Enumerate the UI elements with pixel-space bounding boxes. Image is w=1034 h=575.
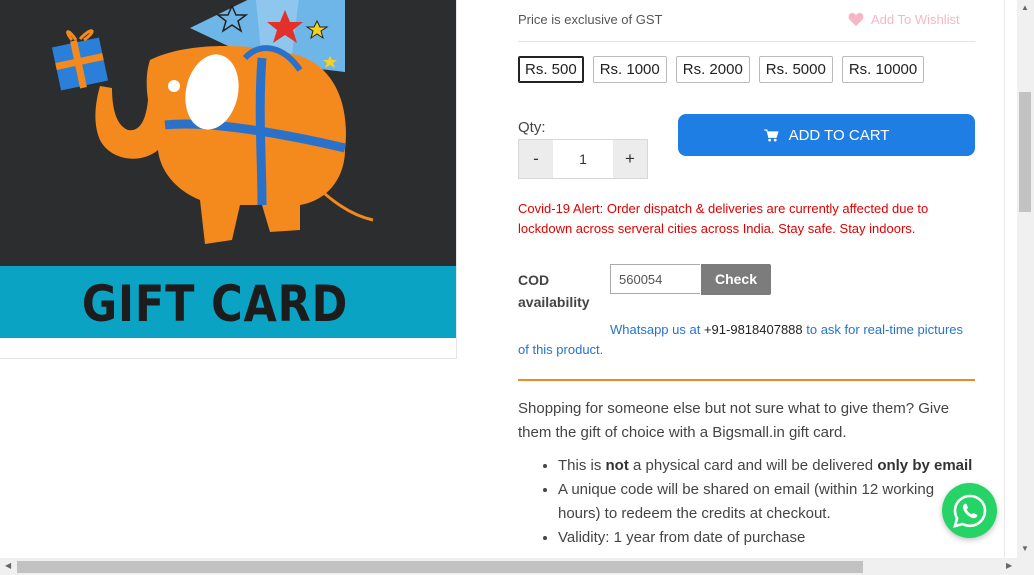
whatsapp-contact-text: Whatsapp us at +91-9818407888 to ask for… [518, 320, 973, 360]
add-to-cart-label: ADD TO CART [788, 126, 890, 144]
image-bottom-spacer [0, 338, 456, 358]
scroll-up-arrow-icon[interactable]: ▲ [1021, 3, 1029, 12]
denomination-option-10000[interactable]: Rs. 10000 [841, 56, 925, 83]
cart-icon [763, 128, 779, 142]
add-to-wishlist-link[interactable]: Add To Wishlist [848, 12, 960, 27]
gift-card-title: GIFT CARD [81, 275, 349, 333]
wishlist-label: Add To Wishlist [871, 12, 960, 27]
list-item: A unique code will be shared on email (w… [558, 478, 978, 526]
denomination-option-500[interactable]: Rs. 500 [518, 56, 584, 83]
check-pincode-button[interactable]: Check [701, 264, 771, 295]
product-image[interactable]: GIFT CARD [0, 0, 457, 359]
vertical-scrollbar-thumb[interactable] [1019, 92, 1031, 212]
horizontal-scrollbar-thumb[interactable] [17, 561, 863, 573]
section-divider [518, 379, 975, 381]
bullet-bold-text: not [605, 457, 629, 474]
heart-icon [848, 12, 864, 27]
scroll-down-arrow-icon[interactable]: ▼ [1021, 544, 1029, 553]
bullet-text: a physical card and will be delivered [628, 457, 878, 474]
gift-card-details-list: This is not a physical card and will be … [540, 454, 978, 550]
bullet-text: This is [558, 457, 606, 474]
add-to-cart-button[interactable]: ADD TO CART [678, 114, 975, 156]
whatsapp-prefix[interactable]: Whatsapp us at [518, 322, 704, 337]
denomination-option-1000[interactable]: Rs. 1000 [592, 56, 667, 83]
whatsapp-chat-button[interactable] [942, 483, 997, 538]
quantity-stepper: - 1 + [518, 139, 648, 179]
cod-label-line1: COD [518, 272, 550, 288]
cod-label-line2: availability [518, 294, 590, 310]
denomination-option-2000[interactable]: Rs. 2000 [675, 56, 750, 83]
scroll-right-arrow-icon[interactable]: ▶ [1006, 561, 1012, 570]
denomination-selector: Rs. 500 Rs. 1000 Rs. 2000 Rs. 5000 Rs. 1… [518, 56, 925, 83]
elephant-party-illustration [51, 0, 374, 244]
quantity-input[interactable]: 1 [553, 140, 613, 178]
list-item: This is not a physical card and will be … [558, 454, 978, 478]
pincode-input[interactable]: 560054 [610, 264, 700, 294]
quantity-decrease-button[interactable]: - [519, 140, 553, 178]
list-item: Validity: 1 year from date of purchase [558, 526, 978, 550]
whatsapp-icon [952, 494, 986, 528]
cod-availability-label: COD availability [518, 269, 598, 313]
bullet-bold-text: only by email [877, 457, 973, 474]
covid-alert: Covid-19 Alert: Order dispatch & deliver… [518, 201, 929, 236]
scroll-left-arrow-icon[interactable]: ◀ [5, 561, 11, 570]
whatsapp-phone[interactable]: +91-9818407888 [704, 322, 803, 337]
gift-card-artwork [0, 0, 456, 266]
column-border [1004, 0, 1005, 558]
product-description: Shopping for someone else but not sure w… [518, 400, 950, 441]
price-note: Price is exclusive of GST [518, 12, 663, 27]
denomination-option-5000[interactable]: Rs. 5000 [758, 56, 833, 83]
quantity-label: Qty: [518, 119, 546, 136]
vertical-scrollbar[interactable] [1017, 0, 1034, 558]
divider [518, 41, 975, 42]
quantity-increase-button[interactable]: + [613, 140, 647, 178]
